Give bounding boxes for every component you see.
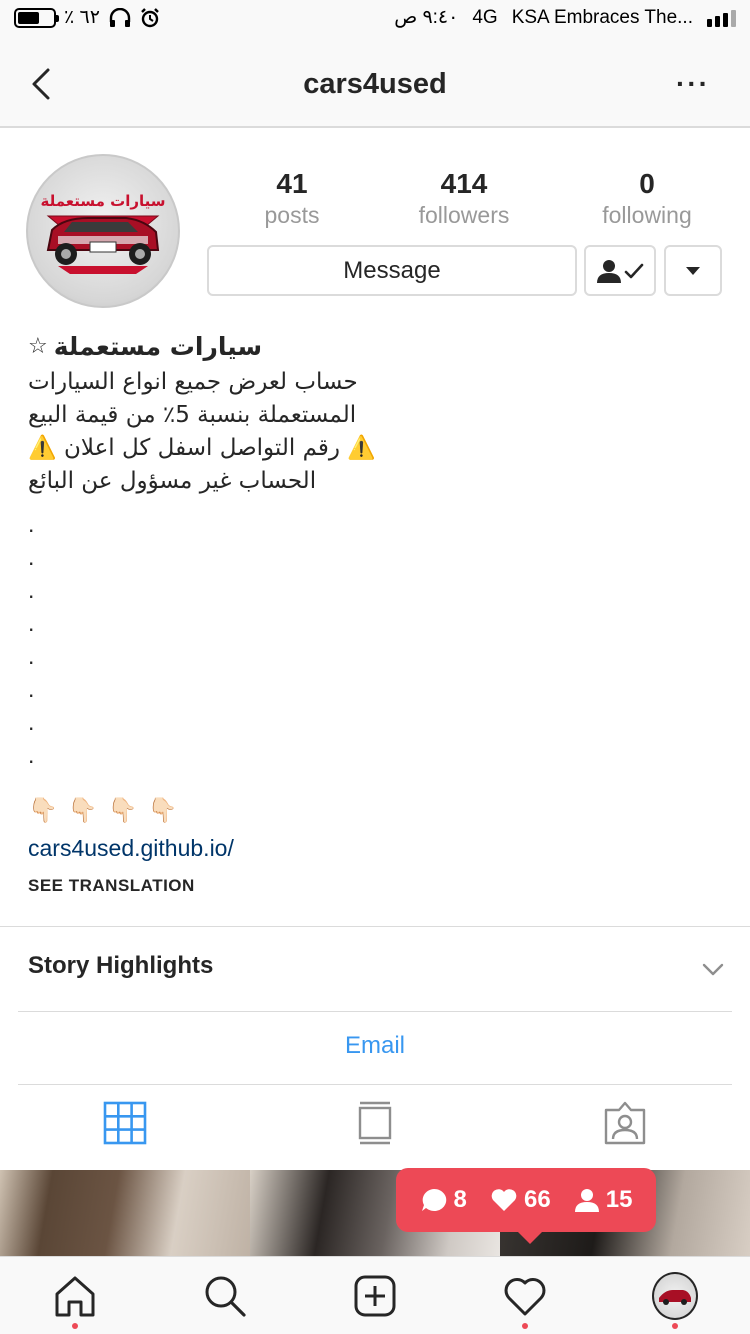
- bio-dot: .: [28, 610, 35, 636]
- following-count: 0: [639, 168, 655, 199]
- see-translation-button[interactable]: SEE TRANSLATION: [28, 876, 195, 896]
- bottom-tab-bar: [0, 1256, 750, 1334]
- nav-bar: cars4used ···: [0, 40, 750, 128]
- status-left: ٪ ٦٢: [14, 6, 160, 29]
- comments-count-item: 8: [420, 1186, 467, 1214]
- bio-line: حساب لعرض جميع انواع السيارات: [28, 369, 358, 395]
- feed-icon[interactable]: [352, 1100, 398, 1146]
- comment-icon: [420, 1187, 448, 1213]
- heart-icon: [490, 1188, 518, 1212]
- comments-count: 8: [453, 1186, 467, 1213]
- add-post-icon[interactable]: [352, 1273, 398, 1319]
- pointing-down-icon: 👇🏻: [107, 796, 138, 824]
- battery-percent: ٪ ٦٢: [64, 7, 100, 28]
- home-notification-dot: [72, 1323, 78, 1329]
- network-type: 4G: [472, 6, 498, 28]
- status-bar: ٪ ٦٢ ٩:٤٠ ص 4G KSA Embraces The...: [0, 0, 750, 40]
- likes-count-item: 66: [490, 1186, 551, 1214]
- signal-icon: [707, 9, 736, 27]
- story-highlights-toggle[interactable]: Story Highlights: [28, 952, 213, 980]
- bio-dot: .: [28, 577, 35, 603]
- bio-name: ☆ سيارات مستعملة: [28, 326, 728, 366]
- bio-display-name: سيارات مستعملة: [53, 331, 263, 361]
- bio-dot: .: [28, 643, 35, 669]
- followers-label: followers: [418, 202, 510, 228]
- caret-down-icon: [685, 266, 701, 276]
- profile-bio: ☆ سيارات مستعملة حساب لعرض جميع انواع ال…: [28, 326, 728, 866]
- posts-count: 41: [276, 168, 308, 199]
- bio-line: ⚠️ رقم التواصل اسفل كل اعلان ⚠️: [28, 435, 376, 461]
- bio-website-link[interactable]: cars4used.github.io/: [28, 830, 728, 866]
- car-logo-icon: سيارات مستعملة: [41, 192, 166, 274]
- more-options-icon[interactable]: ···: [676, 70, 710, 98]
- profile-notification-dot: [672, 1323, 678, 1329]
- pointing-down-emoji-row: 👇🏻 👇🏻 👇🏻 👇🏻: [28, 790, 728, 830]
- bio-line: الحساب غير مسؤول عن البائع: [28, 468, 317, 494]
- message-button[interactable]: Message: [207, 245, 577, 296]
- following-button[interactable]: [584, 245, 656, 296]
- grid-icon[interactable]: [102, 1100, 148, 1146]
- bio-line: المستعملة بنسبة 5٪ من قيمة البيع: [28, 402, 357, 428]
- pointing-down-icon: 👇🏻: [67, 796, 98, 824]
- likes-count: 66: [523, 1186, 551, 1213]
- page-title: cars4used: [303, 68, 447, 100]
- person-check-icon: [595, 257, 645, 285]
- pointing-down-icon: 👇🏻: [28, 796, 58, 824]
- divider: [18, 1084, 732, 1085]
- status-time: ٩:٤٠ ص: [394, 7, 459, 28]
- followers-count: 414: [440, 168, 488, 199]
- pointing-down-icon: 👇🏻: [147, 796, 178, 824]
- posts-label: posts: [264, 202, 320, 228]
- home-icon[interactable]: [52, 1273, 98, 1319]
- chevron-down-icon[interactable]: [700, 956, 726, 982]
- activity-notification-dot: [522, 1323, 528, 1329]
- avatar: [652, 1272, 698, 1320]
- activity-notification-badge[interactable]: 8 66 15: [396, 1168, 656, 1244]
- bio-dot: .: [28, 742, 35, 768]
- carrier-text: KSA Embraces The...: [511, 6, 693, 28]
- alarm-icon: [140, 7, 160, 28]
- stat-posts[interactable]: 41 posts: [207, 168, 377, 229]
- status-right: ٩:٤٠ ص 4G KSA Embraces The...: [394, 6, 736, 29]
- follows-count: 15: [605, 1186, 633, 1213]
- bio-dot: .: [28, 511, 35, 537]
- stat-followers[interactable]: 414 followers: [379, 168, 549, 229]
- post-thumbnail[interactable]: [0, 1170, 250, 1256]
- bio-star: ☆: [28, 333, 48, 358]
- tagged-icon[interactable]: [602, 1100, 648, 1146]
- activity-heart-icon[interactable]: [502, 1273, 548, 1319]
- avatar[interactable]: سيارات مستعملة: [26, 154, 180, 308]
- following-label: following: [602, 202, 692, 228]
- divider: [18, 1011, 732, 1012]
- email-button[interactable]: Email: [0, 1032, 750, 1060]
- headphones-icon: [108, 7, 132, 28]
- bio-dot: .: [28, 676, 35, 702]
- suggestions-dropdown-button[interactable]: [664, 245, 722, 296]
- battery-icon: [14, 7, 59, 28]
- divider: [0, 926, 750, 927]
- bio-dot: .: [28, 544, 35, 570]
- bio-dot: .: [28, 709, 35, 735]
- search-icon[interactable]: [202, 1273, 248, 1319]
- person-icon: [574, 1187, 600, 1213]
- avatar-text: سيارات مستعملة: [41, 192, 166, 210]
- profile-tab-avatar[interactable]: [652, 1272, 698, 1320]
- stat-following[interactable]: 0 following: [562, 168, 732, 229]
- follows-count-item: 15: [574, 1186, 633, 1214]
